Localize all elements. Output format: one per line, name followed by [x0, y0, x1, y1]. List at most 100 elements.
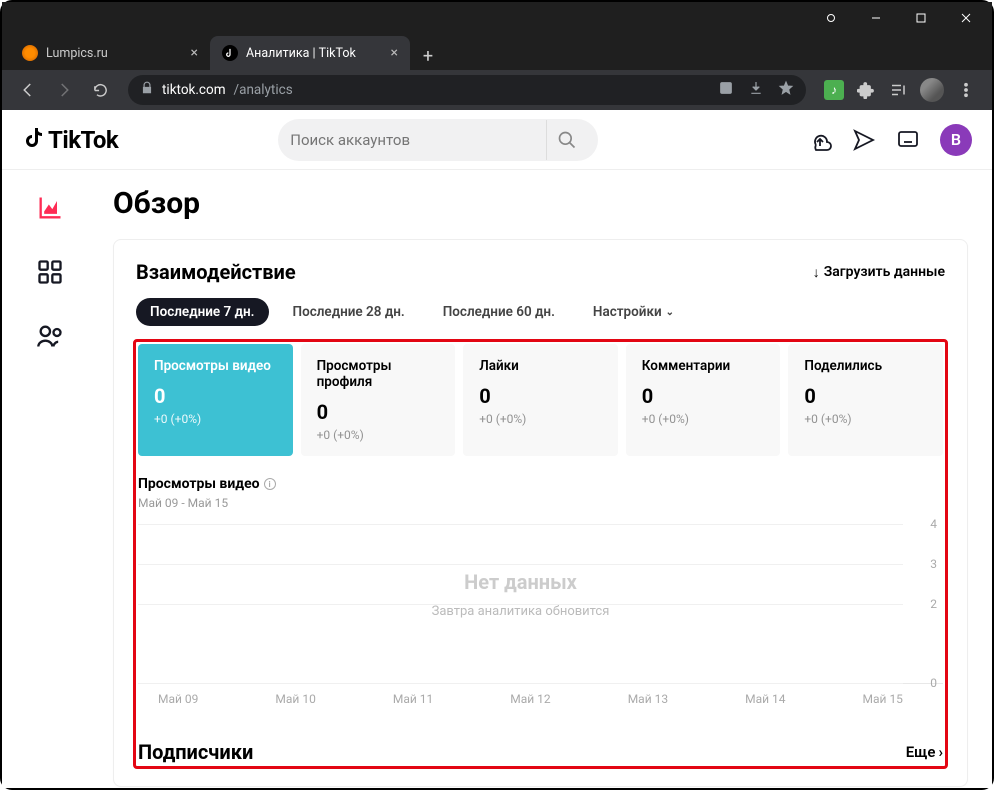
user-avatar[interactable]: В [940, 124, 972, 156]
metric-delta: +0 (+0%) [479, 412, 602, 426]
more-button[interactable]: Еще › [906, 743, 943, 761]
metric-value: 0 [154, 384, 277, 408]
tiktok-note-icon [22, 125, 46, 155]
range-28d[interactable]: Последние 28 дн. [279, 298, 419, 326]
x-tick: Май 13 [628, 692, 668, 706]
x-tick: Май 15 [863, 692, 903, 706]
logo-text: TikTok [48, 126, 118, 154]
close-window-button[interactable] [943, 2, 988, 34]
metric-video-views[interactable]: Просмотры видео 0 +0 (+0%) [138, 344, 293, 456]
no-data-label: Нет данных [138, 570, 903, 594]
metrics-row: Просмотры видео 0 +0 (+0%) Просмотры про… [138, 344, 943, 456]
close-tab-icon[interactable]: × [391, 45, 398, 61]
search-input[interactable] [290, 131, 536, 149]
y-tick: 4 [930, 517, 937, 531]
upload-icon[interactable] [808, 128, 832, 152]
metric-label: Комментарии [642, 358, 765, 374]
address-bar[interactable]: tiktok.com/analytics [128, 75, 806, 105]
browser-tab-lumpics[interactable]: Lumpics.ru × [10, 36, 210, 70]
page-content: TikTok В Обзор Взаимодействие ↓ [2, 110, 992, 788]
metric-delta: +0 (+0%) [642, 412, 765, 426]
extension-music-icon[interactable]: ♪ [824, 80, 844, 100]
bookmark-star-icon[interactable] [778, 80, 794, 100]
metric-value: 0 [479, 384, 602, 408]
page-title: Обзор [113, 186, 968, 221]
download-data-button[interactable]: ↓ Загрузить данные [813, 264, 945, 281]
engagement-title: Взаимодействие [136, 260, 296, 284]
site-header: TikTok В [2, 110, 992, 170]
engagement-card: Взаимодействие ↓ Загрузить данные Послед… [113, 239, 968, 787]
inbox-icon[interactable] [896, 128, 920, 152]
metric-delta: +0 (+0%) [804, 412, 927, 426]
profile-avatar-icon[interactable] [920, 78, 944, 102]
time-range-row: Последние 7 дн. Последние 28 дн. Последн… [136, 298, 945, 326]
search-button[interactable] [546, 120, 586, 160]
chart-area: 4 3 2 0 Нет данных Завтра аналитика обно… [138, 524, 943, 684]
range-7d[interactable]: Последние 7 дн. [136, 298, 269, 326]
sidebar-item-overview[interactable] [36, 194, 64, 222]
url-domain: tiktok.com [162, 82, 226, 98]
x-tick: Май 09 [158, 692, 198, 706]
chevron-down-icon: ⌄ [666, 307, 674, 318]
close-tab-icon[interactable]: × [191, 45, 198, 61]
no-data-sub: Завтра аналитика обновится [138, 604, 903, 619]
metric-likes[interactable]: Лайки 0 +0 (+0%) [463, 344, 618, 456]
info-icon[interactable]: i [264, 478, 276, 490]
download-label: Загрузить данные [824, 264, 945, 280]
chart-section: Просмотры видео i Май 09 - Май 15 [138, 476, 943, 706]
metric-value: 0 [804, 384, 927, 408]
metric-shares[interactable]: Поделились 0 +0 (+0%) [788, 344, 943, 456]
browser-menu-icon[interactable] [956, 80, 976, 100]
settings-label: Настройки [593, 304, 662, 320]
tiktok-logo[interactable]: TikTok [22, 125, 118, 155]
metric-label: Просмотры профиля [317, 358, 440, 390]
search-box[interactable] [278, 119, 598, 161]
y-tick: 2 [930, 597, 937, 611]
reading-list-icon[interactable] [888, 80, 908, 100]
minimize-button[interactable] [853, 2, 898, 34]
range-60d[interactable]: Последние 60 дн. [429, 298, 569, 326]
browser-tabbar: Lumpics.ru × Аналитика | TikTok × + [2, 34, 992, 70]
new-tab-button[interactable]: + [414, 42, 442, 70]
highlighted-region: Просмотры видео 0 +0 (+0%) Просмотры про… [133, 339, 948, 769]
back-button[interactable] [12, 74, 44, 106]
x-tick: Май 12 [510, 692, 550, 706]
subscribers-title: Подписчики [138, 740, 253, 764]
browser-tab-tiktok[interactable]: Аналитика | TikTok × [210, 36, 410, 70]
y-tick: 3 [930, 557, 937, 571]
sidebar-item-content[interactable] [36, 258, 64, 286]
metric-label: Лайки [479, 358, 602, 374]
metric-profile-views[interactable]: Просмотры профиля 0 +0 (+0%) [301, 344, 456, 456]
more-label: Еще [906, 743, 936, 761]
download-arrow-icon: ↓ [813, 264, 820, 281]
range-settings[interactable]: Настройки ⌄ [579, 298, 688, 326]
reload-button[interactable] [84, 74, 116, 106]
messages-icon[interactable] [852, 128, 876, 152]
y-tick: 0 [930, 676, 937, 690]
download-status-icon[interactable] [748, 80, 764, 100]
forward-button[interactable] [48, 74, 80, 106]
maximize-button[interactable] [898, 2, 943, 34]
extensions-puzzle-icon[interactable] [856, 80, 876, 100]
metric-delta: +0 (+0%) [154, 412, 277, 426]
install-app-icon[interactable] [718, 80, 734, 100]
favicon-lumpics-icon [22, 45, 38, 61]
header-actions: В [808, 124, 972, 156]
tab-title: Lumpics.ru [46, 46, 108, 61]
metric-comments[interactable]: Комментарии 0 +0 (+0%) [626, 344, 781, 456]
metric-delta: +0 (+0%) [317, 428, 440, 442]
lock-icon [140, 81, 154, 99]
chart-empty-state: Нет данных Завтра аналитика обновится [138, 570, 903, 619]
extension-icons: ♪ [818, 78, 982, 102]
sidebar-nav [2, 170, 97, 788]
metric-label: Просмотры видео [154, 358, 277, 374]
chrome-indicator-icon [808, 2, 853, 34]
tab-title: Аналитика | TikTok [246, 46, 356, 61]
chart-title-row: Просмотры видео i [138, 476, 943, 492]
subscribers-row: Подписчики Еще › [138, 736, 943, 764]
sidebar-item-followers[interactable] [36, 322, 64, 350]
url-path: /analytics [234, 82, 293, 98]
chart-y-axis: 4 3 2 0 [913, 524, 943, 683]
chart-x-axis: Май 09 Май 10 Май 11 Май 12 Май 13 Май 1… [138, 684, 943, 706]
metric-value: 0 [317, 400, 440, 424]
